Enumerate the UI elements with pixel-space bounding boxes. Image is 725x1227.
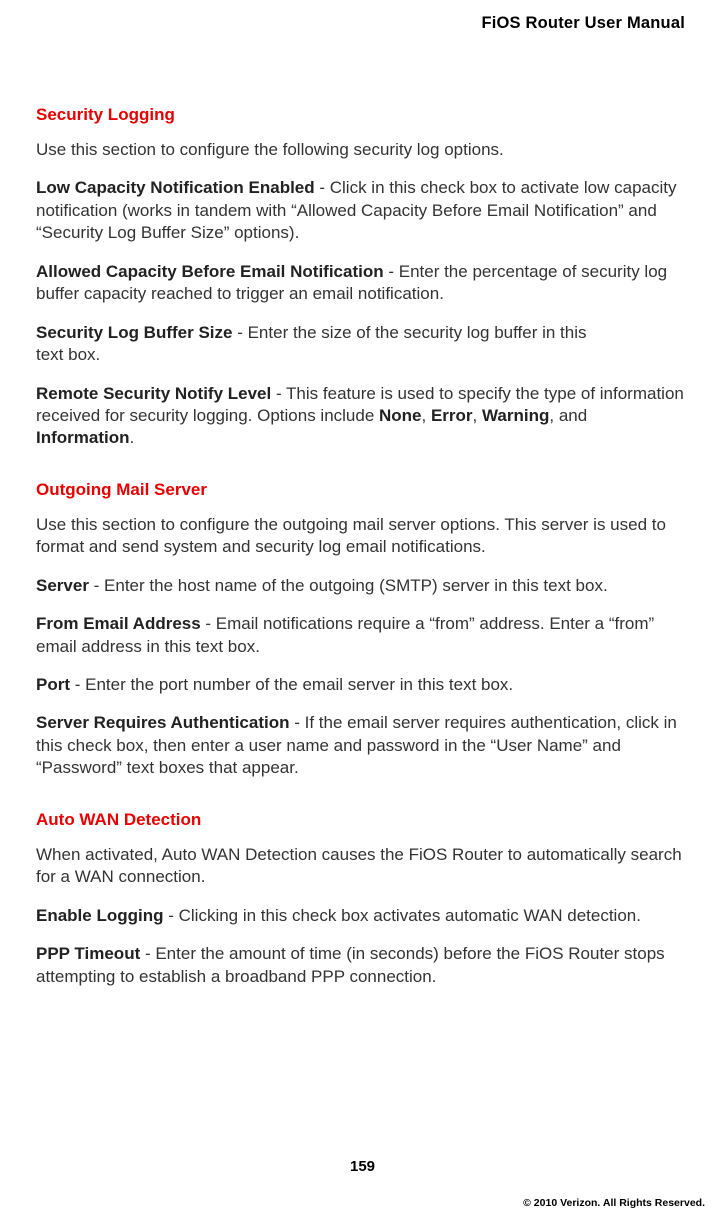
label-ppp-timeout: PPP Timeout bbox=[36, 944, 140, 963]
item-port: Port - Enter the port number of the emai… bbox=[36, 674, 685, 696]
item-enable-logging: Enable Logging - Clicking in this check … bbox=[36, 905, 685, 927]
desc-buffer-size-2: text box. bbox=[36, 345, 100, 364]
opt-none: None bbox=[379, 406, 422, 425]
label-auth: Server Requires Authentication bbox=[36, 713, 290, 732]
heading-auto-wan: Auto WAN Detection bbox=[36, 810, 685, 830]
sep2: , bbox=[473, 406, 482, 425]
item-notify-level: Remote Security Notify Level - This feat… bbox=[36, 383, 685, 450]
copyright-notice: © 2010 Verizon. All Rights Reserved. bbox=[523, 1197, 705, 1209]
heading-security-logging: Security Logging bbox=[36, 105, 685, 125]
opt-warning: Warning bbox=[482, 406, 549, 425]
label-buffer-size: Security Log Buffer Size bbox=[36, 323, 232, 342]
page-number: 159 bbox=[0, 1158, 725, 1175]
item-auth: Server Requires Authentication - If the … bbox=[36, 712, 685, 779]
label-low-capacity: Low Capacity Notification Enabled bbox=[36, 178, 315, 197]
outgoing-mail-intro: Use this section to configure the outgoi… bbox=[36, 514, 685, 559]
desc-server: - Enter the host name of the outgoing (S… bbox=[89, 576, 608, 595]
label-allowed-capacity: Allowed Capacity Before Email Notificati… bbox=[36, 262, 384, 281]
label-from-email: From Email Address bbox=[36, 614, 201, 633]
desc-enable-logging: - Clicking in this check box activates a… bbox=[164, 906, 641, 925]
item-low-capacity: Low Capacity Notification Enabled - Clic… bbox=[36, 177, 685, 244]
heading-outgoing-mail: Outgoing Mail Server bbox=[36, 480, 685, 500]
notify-level-tail: . bbox=[130, 428, 135, 447]
item-allowed-capacity: Allowed Capacity Before Email Notificati… bbox=[36, 261, 685, 306]
sep3: , and bbox=[549, 406, 587, 425]
desc-port: - Enter the port number of the email ser… bbox=[70, 675, 513, 694]
item-ppp-timeout: PPP Timeout - Enter the amount of time (… bbox=[36, 943, 685, 988]
item-from-email: From Email Address - Email notifications… bbox=[36, 613, 685, 658]
item-server: Server - Enter the host name of the outg… bbox=[36, 575, 685, 597]
opt-error: Error bbox=[431, 406, 473, 425]
auto-wan-intro: When activated, Auto WAN Detection cause… bbox=[36, 844, 685, 889]
sep1: , bbox=[422, 406, 431, 425]
label-server: Server bbox=[36, 576, 89, 595]
security-logging-intro: Use this section to configure the follow… bbox=[36, 139, 685, 161]
page-header-title: FiOS Router User Manual bbox=[36, 14, 685, 33]
item-buffer-size: Security Log Buffer Size - Enter the siz… bbox=[36, 322, 685, 367]
label-notify-level: Remote Security Notify Level bbox=[36, 384, 271, 403]
opt-information: Information bbox=[36, 428, 130, 447]
label-port: Port bbox=[36, 675, 70, 694]
label-enable-logging: Enable Logging bbox=[36, 906, 164, 925]
desc-buffer-size-1: - Enter the size of the security log buf… bbox=[232, 323, 586, 342]
